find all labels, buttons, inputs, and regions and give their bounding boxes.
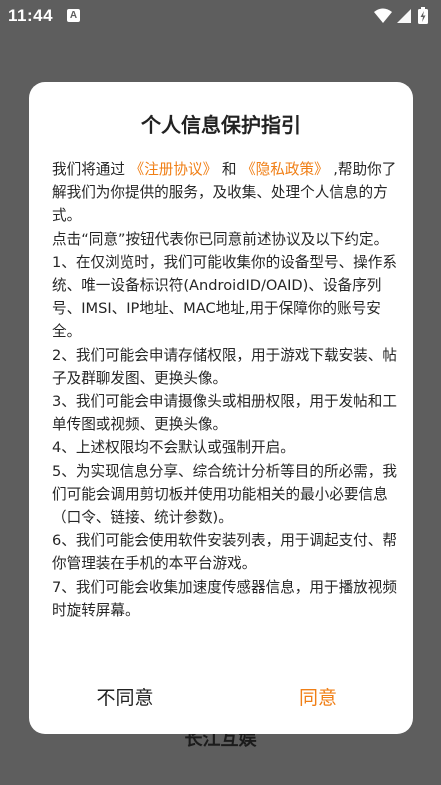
status-bar: 11:44 A — [0, 0, 441, 32]
cellular-signal-icon — [397, 9, 411, 23]
terms-item-1: 1、在仅浏览时，我们可能收集你的设备型号、操作系统、唯一设备标识符(Androi… — [52, 253, 397, 341]
disagree-button[interactable]: 不同意 — [45, 680, 205, 716]
dialog-title: 个人信息保护指引 — [141, 113, 301, 137]
terms-item-6: 6、我们可能会使用软件安装列表，用于调起支付、帮你管理装在手机的本平台游戏。 — [52, 532, 397, 573]
a-letter-icon: A — [67, 9, 80, 22]
terms-item-4: 4、上述权限均不会默认或强制开启。 — [52, 439, 295, 457]
dialog-body: 我们将通过 《注册协议》 和 《隐私政策》 ,帮助你了解我们为你提供的服务，及收… — [52, 158, 397, 622]
registration-agreement-link[interactable]: 《注册协议》 — [130, 161, 218, 178]
battery-charging-icon — [418, 7, 428, 24]
status-icons — [373, 6, 433, 26]
privacy-dialog: 个人信息保护指引 我们将通过 《注册协议》 和 《隐私政策》 ,帮助你了解我们为… — [29, 82, 413, 734]
agree-button[interactable]: 同意 — [238, 680, 398, 716]
intro-and: 和 — [217, 161, 242, 178]
intro-prefix: 我们将通过 — [52, 161, 130, 178]
terms-item-2: 2、我们可能会申请存储权限，用于游戏下载安装、帖子及群聊发图、更换头像。 — [52, 346, 397, 387]
terms-item-3: 3、我们可能会申请摄像头或相册权限，用于发帖和工单传图或视频、更换头像。 — [52, 393, 397, 434]
consent-paragraph: 点击“同意”按钮代表你已同意前述协议及以下约定。 — [52, 230, 389, 248]
privacy-policy-link[interactable]: 《隐私政策》 — [241, 161, 329, 178]
wifi-icon — [374, 8, 392, 23]
intro-paragraph: 我们将通过 《注册协议》 和 《隐私政策》 ,帮助你了解我们为你提供的服务，及收… — [52, 158, 397, 228]
status-time: 11:44 — [8, 6, 54, 25]
dialog-footer: 不同意 同意 — [29, 680, 413, 716]
terms-item-5: 5、为实现信息分享、综合统计分析等目的所必需，我们可能会调用剪切板并使用功能相关… — [52, 462, 397, 527]
terms-item-7: 7、我们可能会收集加速度传感器信息，用于播放视频时旋转屏幕。 — [52, 578, 397, 619]
